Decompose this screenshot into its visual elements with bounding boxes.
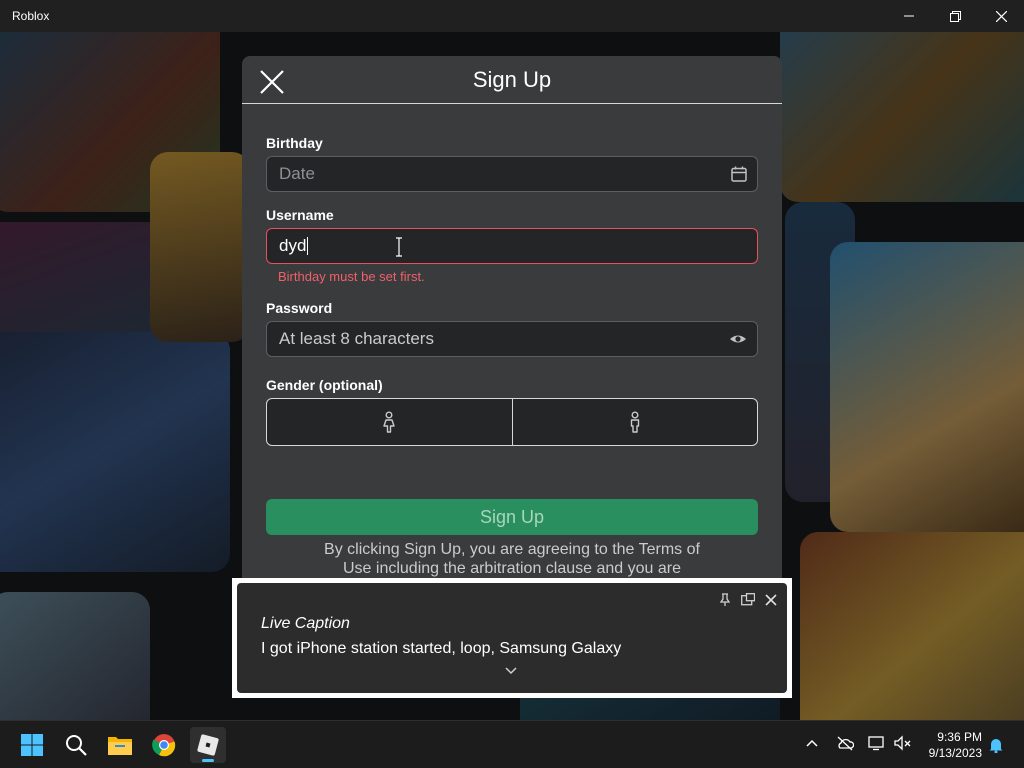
gender-male-button[interactable] (511, 399, 758, 445)
password-placeholder: At least 8 characters (279, 329, 434, 348)
volume-muted-icon[interactable] (894, 735, 912, 751)
clock-date: 9/13/2023 (928, 746, 982, 760)
live-caption-panel: Live Caption I got iPhone station starte… (237, 583, 787, 693)
text-caret (307, 237, 309, 255)
chevron-up-icon[interactable] (806, 739, 818, 747)
settings-window-icon[interactable] (741, 593, 755, 607)
username-label: Username (266, 207, 334, 223)
signup-dialog: Sign Up Birthday Date Username dyd Birth… (242, 56, 782, 586)
app-title: Roblox (12, 9, 50, 23)
live-caption-window: Live Caption I got iPhone station starte… (232, 578, 792, 698)
live-caption-text: I got iPhone station started, loop, Sams… (261, 640, 622, 657)
live-caption-title: Live Caption (261, 615, 350, 632)
notification-bell-icon[interactable] (988, 737, 1004, 753)
roblox-button[interactable] (190, 727, 226, 763)
terms-text: By clicking Sign Up, you are agreeing to… (278, 540, 746, 578)
active-app-indicator (202, 759, 214, 762)
window-titlebar: Roblox (0, 0, 1024, 32)
birthday-label: Birthday (266, 135, 323, 151)
onedrive-offline-icon[interactable] (836, 735, 854, 751)
male-icon (630, 411, 639, 433)
clock-time: 9:36 PM (937, 730, 982, 744)
username-error: Birthday must be set first. (278, 269, 425, 284)
chrome-button[interactable] (146, 727, 182, 763)
search-icon (66, 735, 87, 756)
female-icon (383, 411, 395, 433)
windows-start-icon (21, 734, 43, 756)
calendar-icon[interactable] (731, 166, 747, 182)
dialog-header: Sign Up (242, 56, 782, 104)
chevron-down-icon[interactable] (505, 667, 517, 675)
chrome-icon (152, 734, 176, 757)
dialog-title: Sign Up (472, 67, 552, 92)
password-input[interactable]: At least 8 characters (266, 321, 758, 357)
username-input[interactable]: dyd (266, 228, 758, 264)
close-icon[interactable] (765, 594, 777, 606)
file-explorer-button[interactable] (102, 727, 138, 763)
close-window-button[interactable] (978, 0, 1024, 32)
start-button[interactable] (14, 727, 50, 763)
gender-selector (266, 398, 758, 446)
birthday-placeholder: Date (279, 164, 315, 183)
close-icon (995, 10, 1007, 22)
terms-line: Use including the arbitration clause and… (343, 560, 681, 577)
window-controls (886, 0, 1024, 32)
birthday-input[interactable]: Date (266, 156, 758, 192)
gender-label: Gender (optional) (266, 377, 383, 393)
restore-button[interactable] (932, 0, 978, 32)
restore-icon (949, 10, 961, 22)
terms-line: By clicking Sign Up, you are agreeing to… (324, 541, 700, 558)
eye-icon[interactable] (729, 331, 747, 347)
password-label: Password (266, 300, 333, 316)
minimize-icon (904, 15, 914, 17)
live-caption-controls (719, 593, 777, 607)
gender-female-button[interactable] (267, 399, 512, 445)
taskbar: 9:36 PM 9/13/2023 (0, 720, 1024, 768)
username-value: dyd (279, 236, 307, 255)
minimize-button[interactable] (886, 0, 932, 32)
network-icon[interactable] (868, 735, 886, 751)
file-explorer-icon (108, 737, 132, 755)
search-button[interactable] (58, 727, 94, 763)
signup-button[interactable]: Sign Up (266, 499, 758, 535)
pin-icon[interactable] (719, 593, 731, 607)
roblox-icon (197, 734, 219, 756)
ibeam-cursor-icon (396, 237, 402, 257)
system-clock[interactable]: 9:36 PM 9/13/2023 (929, 729, 982, 761)
